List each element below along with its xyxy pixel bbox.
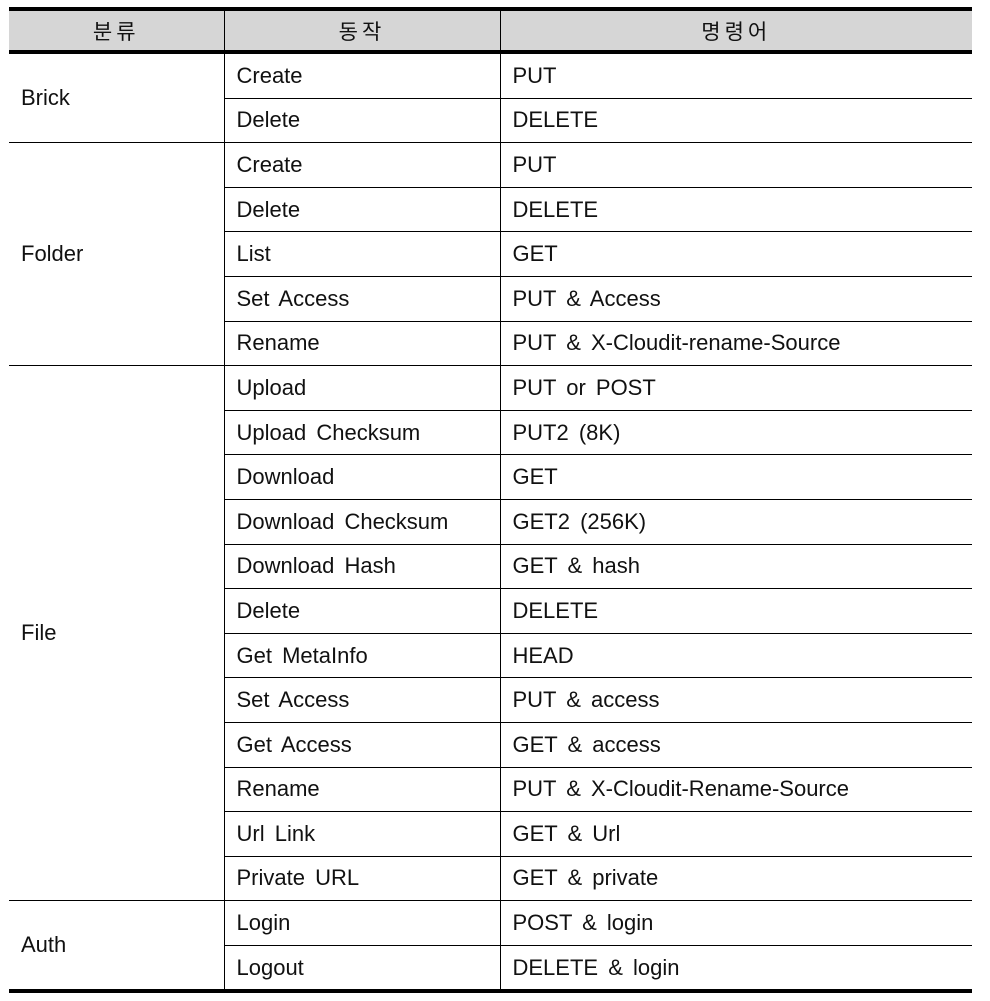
action-cell: Login xyxy=(223,900,500,946)
action-cell: Private URL xyxy=(223,855,500,901)
command-cell: PUT & Access xyxy=(499,275,972,322)
header-command: 명령어 xyxy=(499,9,972,54)
action-cell: Create xyxy=(223,142,500,188)
action-cell: Download Hash xyxy=(223,543,500,589)
action-cell: Set Access xyxy=(223,275,500,322)
header-category: 분류 xyxy=(9,9,224,54)
category-cell: Folder xyxy=(9,142,224,366)
command-cell: PUT & X-Cloudit-rename-Source xyxy=(499,320,972,366)
command-cell: GET xyxy=(499,454,972,500)
category-cell: Auth xyxy=(9,900,224,992)
action-cell: Download xyxy=(223,454,500,500)
command-cell: POST & login xyxy=(499,900,972,946)
table-row: Brick Create PUT xyxy=(9,52,972,110)
action-cell: Url Link xyxy=(223,811,500,857)
action-cell: Get MetaInfo xyxy=(223,632,500,678)
table-body: Brick Create PUT Delete DELETE Folder Create PU… xyxy=(9,52,972,992)
command-table: 분류 동작 명령어 Brick Create PUT Delete DELETE Fold… xyxy=(9,7,972,994)
action-cell: List xyxy=(223,231,500,277)
category-cell: Brick xyxy=(21,85,70,111)
command-cell: GET & Url xyxy=(499,811,972,857)
command-cell: GET2 (256K) xyxy=(499,498,972,545)
table-row: Folder Create PUT xyxy=(9,142,972,366)
command-cell: DELETE xyxy=(499,186,972,232)
action-cell: Get Access xyxy=(223,721,500,767)
command-cell: PUT xyxy=(499,142,972,188)
command-cell: GET & access xyxy=(499,721,972,767)
action-cell: Rename xyxy=(223,766,500,812)
action-cell: Create xyxy=(223,52,500,99)
command-cell: PUT xyxy=(499,52,972,99)
command-cell: DELETE xyxy=(499,588,972,634)
action-cell: Delete xyxy=(223,186,500,232)
command-cell: PUT & access xyxy=(499,677,972,723)
action-cell: Rename xyxy=(223,320,500,366)
action-cell: Delete xyxy=(223,588,500,634)
command-cell: GET xyxy=(499,231,972,277)
command-cell: PUT & X-Cloudit-Rename-Source xyxy=(499,766,972,812)
command-cell: DELETE & login xyxy=(499,944,972,992)
command-cell: PUT2 (8K) xyxy=(499,409,972,455)
action-cell: Upload xyxy=(223,365,500,411)
command-cell: DELETE xyxy=(499,97,972,143)
action-cell: Upload Checksum xyxy=(223,409,500,455)
table-row: Auth Login POST & login xyxy=(9,900,972,992)
command-cell: GET & hash xyxy=(499,543,972,589)
action-cell: Logout xyxy=(223,944,500,992)
action-cell: Download Checksum xyxy=(223,498,500,545)
command-cell: PUT or POST xyxy=(499,365,972,411)
command-cell: HEAD xyxy=(499,632,972,678)
action-cell: Set Access xyxy=(223,677,500,723)
header-row: 분류 동작 명령어 xyxy=(9,9,972,54)
command-cell: GET & private xyxy=(499,855,972,901)
table-row: File Upload PUT or POST xyxy=(9,365,972,901)
category-cell: File xyxy=(9,365,224,901)
table-header: 분류 동작 명령어 xyxy=(9,9,972,54)
header-action: 동작 xyxy=(223,9,500,54)
action-cell: Delete xyxy=(223,97,500,143)
